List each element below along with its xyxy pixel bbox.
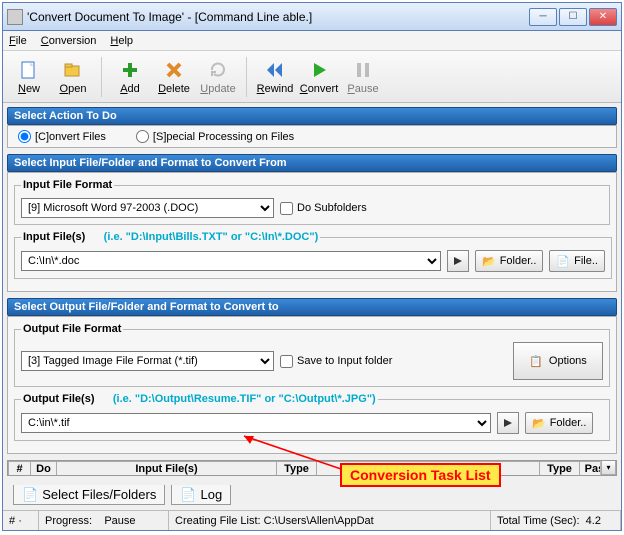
tab-select-files[interactable]: 📄Select Files/Folders	[13, 485, 165, 505]
input-files-combo[interactable]: C:\In\*.doc	[21, 251, 441, 271]
output-format-label: Output File Format	[21, 323, 123, 335]
output-format-select[interactable]: [3] Tagged Image File Format (*.tif)	[21, 351, 274, 371]
window-title: 'Convert Document To Image' - [Command L…	[27, 10, 529, 24]
output-files-combo[interactable]: C:\in\*.tif	[21, 413, 491, 433]
options-icon: 📋	[529, 355, 543, 368]
menu-help[interactable]: Help	[110, 35, 133, 47]
pause-button: Pause	[341, 54, 385, 100]
table-header[interactable]: Input File(s)	[57, 462, 277, 477]
do-subfolders-checkbox[interactable]: Do Subfolders	[280, 202, 367, 215]
output-files-hint: (i.e. "D:\Output\Resume.TIF" or "C:\Outp…	[113, 393, 376, 405]
rewind-icon	[264, 59, 286, 81]
table-header[interactable]: #	[9, 462, 31, 477]
table-scrollbar[interactable]: ▴ ▾	[600, 461, 616, 475]
open-button[interactable]: Open	[51, 54, 95, 100]
folder-icon: 📂	[482, 255, 496, 268]
rewind-button[interactable]: Rewind	[253, 54, 297, 100]
status-creating: Creating File List: C:\Users\Allen\AppDa…	[169, 511, 491, 530]
radio-special-processing[interactable]: [S]pecial Processing on Files	[136, 130, 294, 143]
scroll-down-button[interactable]: ▾	[601, 460, 616, 475]
delete-icon	[163, 59, 185, 81]
file-icon: 📄	[556, 255, 570, 268]
update-icon	[207, 59, 229, 81]
input-files-hint: (i.e. "D:\Input\Bills.TXT" or "C:\In\*.D…	[104, 231, 319, 243]
menubar: File Conversion Help	[3, 31, 621, 51]
task-table[interactable]: #DoInput File(s)TypeOutput File(s)TypePa…	[7, 460, 617, 476]
table-header[interactable]: Type	[277, 462, 317, 477]
convert-button[interactable]: Convert	[297, 54, 341, 100]
output-files-label: Output File(s)	[23, 393, 95, 405]
app-icon	[7, 9, 23, 25]
annotation-label: Conversion Task List	[340, 463, 501, 487]
tab-log[interactable]: 📄Log	[171, 485, 231, 505]
menu-file[interactable]: File	[9, 35, 27, 47]
save-to-input-checkbox[interactable]: Save to Input folder	[280, 355, 392, 368]
add-button[interactable]: Add	[108, 54, 152, 100]
delete-button[interactable]: Delete	[152, 54, 196, 100]
menu-conversion[interactable]: Conversion	[41, 35, 97, 47]
plus-icon	[119, 59, 141, 81]
input-format-select[interactable]: [9] Microsoft Word 97-2003 (.DOC)	[21, 198, 274, 218]
log-icon: 📄	[180, 487, 196, 503]
folder-icon: 📂	[532, 417, 546, 430]
output-section-header: Select Output File/Folder and Format to …	[7, 298, 617, 316]
output-folder-button[interactable]: 📂Folder..	[525, 412, 593, 434]
titlebar: 'Convert Document To Image' - [Command L…	[3, 3, 621, 31]
input-play-button[interactable]	[447, 250, 469, 272]
file-select-icon: 📄	[22, 487, 38, 503]
output-play-button[interactable]	[497, 412, 519, 434]
input-folder-button[interactable]: 📂Folder..	[475, 250, 543, 272]
minimize-button[interactable]: ─	[529, 8, 557, 26]
action-radio-group: [C]onvert Files [S]pecial Processing on …	[7, 125, 617, 148]
new-button[interactable]: New	[7, 54, 51, 100]
action-header: Select Action To Do	[7, 107, 617, 125]
close-button[interactable]: ✕	[589, 8, 617, 26]
statusbar: # · Progress: Pause Creating File List: …	[3, 510, 621, 530]
play-icon	[308, 59, 330, 81]
input-file-button[interactable]: 📄File..	[549, 250, 605, 272]
input-format-label: Input File Format	[21, 179, 114, 191]
pause-icon	[352, 59, 374, 81]
new-icon	[18, 59, 40, 81]
toolbar: New Open Add Delete Update Rewind Conver…	[3, 51, 621, 103]
options-button[interactable]: 📋Options	[513, 342, 603, 380]
update-button: Update	[196, 54, 240, 100]
open-icon	[62, 59, 84, 81]
maximize-button[interactable]: ☐	[559, 8, 587, 26]
input-section-header: Select Input File/Folder and Format to C…	[7, 154, 617, 172]
table-header[interactable]: Do	[31, 462, 57, 477]
radio-convert-files[interactable]: [C]onvert Files	[18, 130, 106, 143]
input-files-label: Input File(s)	[23, 231, 85, 243]
table-header[interactable]: Type	[540, 462, 580, 477]
